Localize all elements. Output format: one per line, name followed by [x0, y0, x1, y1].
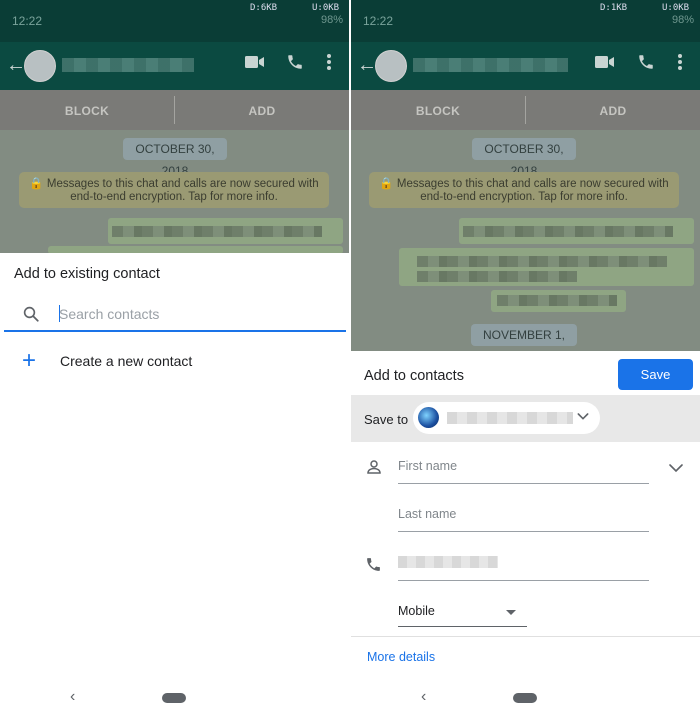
first-name-field[interactable]: First name [398, 453, 649, 484]
nav-back-icon[interactable]: ‹ [70, 688, 75, 706]
phone-icon[interactable] [286, 53, 304, 76]
chat-background: OCTOBER 30, 2018 🔒 Messages to this chat… [351, 130, 700, 364]
chat-action-bar: BLOCK ADD [0, 90, 349, 130]
status-time: 12:22 [363, 14, 394, 28]
phone-type-select[interactable]: Mobile [398, 599, 527, 627]
system-nav-bar: ‹ [0, 679, 349, 719]
data-up-readout: U:0KB [312, 3, 340, 13]
chevron-down-icon [575, 408, 591, 429]
contact-name-blurred [413, 58, 568, 72]
last-name-placeholder: Last name [398, 507, 457, 521]
phone-icon [365, 556, 382, 578]
chat-background: OCTOBER 30, 2018 🔒 Messages to this chat… [0, 130, 349, 254]
save-to-label: Save to [364, 412, 409, 427]
date-chip-2: NOVEMBER 1, 2018 [471, 324, 577, 364]
back-arrow-icon[interactable]: ← [357, 54, 377, 77]
block-button[interactable]: BLOCK [351, 104, 525, 118]
message-blurred-text [112, 226, 322, 237]
left-screen: 12:22 D:6KB U:0KB 98% ← BLOCK ADD OCTOBE… [0, 0, 349, 719]
video-call-icon[interactable] [245, 53, 265, 74]
add-button[interactable]: ADD [526, 104, 700, 118]
sheet-title: Add to contacts [364, 368, 464, 384]
dropdown-arrow-icon [506, 610, 516, 615]
lock-icon: 🔒 [379, 178, 394, 190]
battery-level: 98% [320, 14, 343, 26]
create-new-contact-label: Create a new contact [60, 353, 193, 369]
first-name-placeholder: First name [398, 459, 458, 473]
status-time: 12:22 [12, 14, 43, 28]
battery-level: 98% [671, 14, 694, 26]
date-chip: OCTOBER 30, 2018 [123, 138, 227, 178]
status-bar: 12:22 D:1KB U:0KB 98% [351, 0, 700, 42]
system-nav-bar: ‹ [351, 679, 700, 719]
encryption-notice[interactable]: 🔒 Messages to this chat and calls are no… [369, 172, 679, 208]
nav-back-icon[interactable]: ‹ [421, 688, 426, 706]
divider [351, 636, 700, 637]
text-cursor [59, 305, 60, 322]
add-button[interactable]: ADD [175, 104, 349, 118]
phone-type-value: Mobile [398, 604, 435, 618]
search-icon [22, 305, 40, 328]
last-name-field[interactable]: Last name [398, 501, 649, 532]
search-input[interactable] [59, 304, 329, 324]
status-bar: 12:22 D:6KB U:0KB 98% [0, 0, 349, 42]
message-blurred-text [463, 226, 673, 237]
avatar[interactable] [375, 50, 407, 82]
more-vert-icon[interactable] [677, 53, 683, 76]
back-arrow-icon[interactable]: ← [6, 54, 26, 77]
plus-icon: + [22, 347, 37, 374]
phone-number-blurred [398, 556, 498, 568]
add-to-contacts-sheet: Add to contacts Save Save to First name … [351, 351, 700, 719]
account-name-blurred [447, 412, 573, 424]
encryption-notice-text: Messages to this chat and calls are now … [46, 178, 319, 203]
message-blurred-text [417, 256, 667, 267]
contact-name-blurred [62, 58, 194, 72]
avatar[interactable] [24, 50, 56, 82]
add-to-existing-contact-sheet: Add to existing contact + Create a new c… [0, 253, 349, 719]
save-to-bar: Save to [351, 395, 700, 442]
chat-app-bar: ← [0, 42, 349, 90]
search-row[interactable] [4, 302, 346, 332]
nav-home-pill[interactable] [513, 693, 537, 703]
chat-action-bar: BLOCK ADD [351, 90, 700, 130]
create-new-contact-item[interactable]: + Create a new contact [0, 345, 349, 379]
expand-name-chevron-icon[interactable] [667, 459, 685, 482]
person-icon [365, 458, 383, 481]
video-call-icon[interactable] [595, 53, 615, 74]
data-down-readout: D:1KB [600, 3, 628, 13]
data-up-readout: U:0KB [662, 3, 690, 13]
chat-app-bar: ← [351, 42, 700, 90]
right-screen: 12:22 D:1KB U:0KB 98% ← BLOCK ADD OCTOBE… [351, 0, 700, 719]
lock-icon: 🔒 [29, 178, 44, 190]
more-details-link[interactable]: More details [367, 650, 435, 664]
more-vert-icon[interactable] [326, 53, 332, 76]
sheet-title: Add to existing contact [14, 266, 160, 282]
save-button[interactable]: Save [618, 359, 693, 390]
encryption-notice-text: Messages to this chat and calls are now … [396, 178, 669, 203]
data-down-readout: D:6KB [250, 3, 278, 13]
encryption-notice[interactable]: 🔒 Messages to this chat and calls are no… [19, 172, 329, 208]
date-chip: OCTOBER 30, 2018 [472, 138, 576, 178]
account-selector[interactable] [413, 402, 600, 434]
message-blurred-text [497, 295, 617, 306]
message-blurred-text [417, 271, 577, 282]
block-button[interactable]: BLOCK [0, 104, 174, 118]
account-avatar [418, 407, 439, 428]
phone-icon[interactable] [637, 53, 655, 76]
nav-home-pill[interactable] [162, 693, 186, 703]
phone-number-field[interactable] [398, 550, 649, 581]
